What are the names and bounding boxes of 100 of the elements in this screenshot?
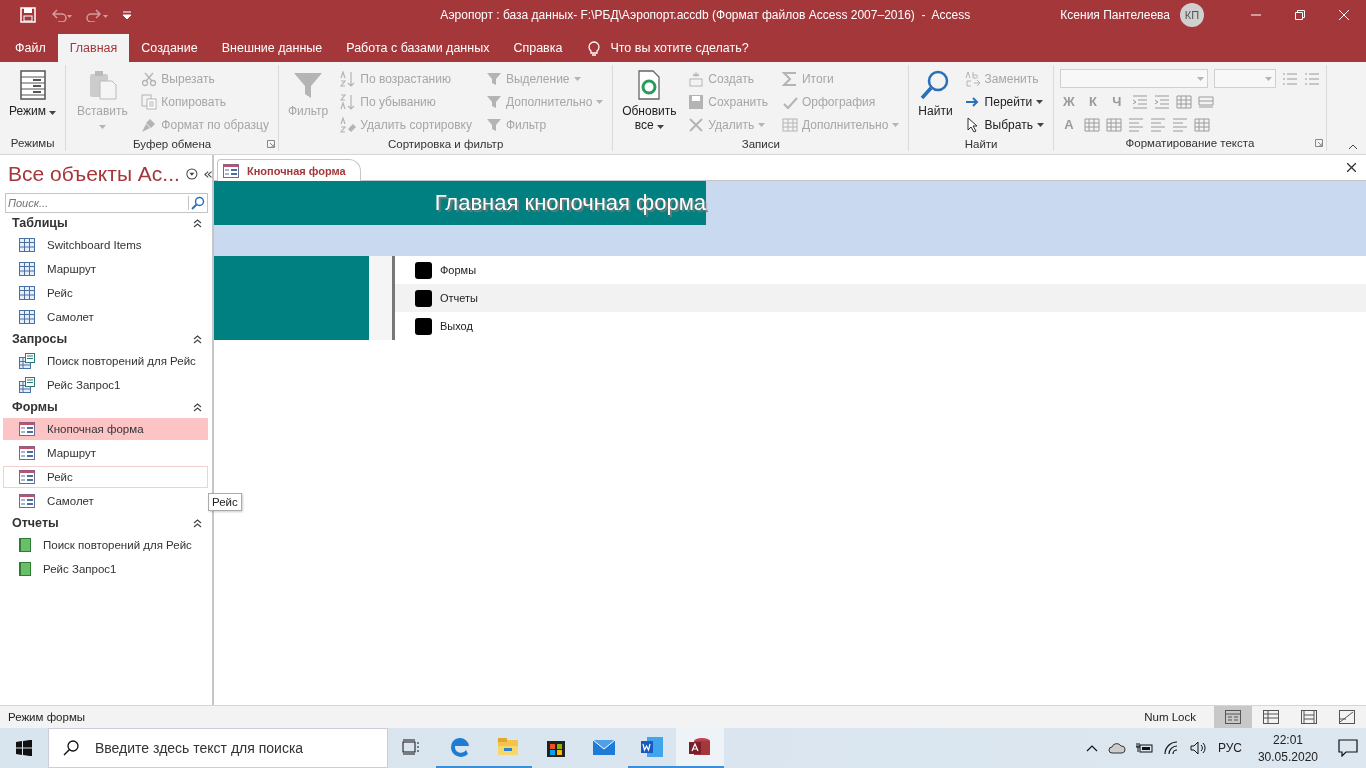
battery-icon[interactable] xyxy=(1135,742,1154,754)
item-label: Поиск повторений для Рейс xyxy=(47,355,196,367)
dialog-launcher-icon[interactable] xyxy=(266,140,275,148)
navigation-item[interactable]: Самолет xyxy=(3,490,208,512)
navigation-pane-title[interactable]: Все объекты Ac... xyxy=(8,162,180,186)
tell-me-field[interactable]: Что вы хотите сделать? xyxy=(610,41,749,55)
navigation-item[interactable]: Кнопочная форма xyxy=(3,418,208,440)
section-header[interactable]: Таблицы xyxy=(12,216,68,230)
square-button-icon[interactable] xyxy=(415,261,432,279)
view-button[interactable]: Режим xyxy=(6,67,60,135)
wifi-icon[interactable] xyxy=(1163,741,1180,755)
command-button[interactable]: Выбрать xyxy=(961,113,1047,136)
form-icon xyxy=(19,446,35,460)
clock-date[interactable]: 30.05.2020 xyxy=(1257,749,1318,764)
list-icon xyxy=(1281,71,1298,86)
search-icon xyxy=(63,740,79,756)
chevron-up-icon[interactable] xyxy=(1085,744,1098,752)
dialog-launcher-icon[interactable] xyxy=(1314,139,1323,147)
section-header[interactable]: Формы xyxy=(12,400,58,414)
caret-icon xyxy=(1036,99,1044,104)
item-label: Самолет xyxy=(47,495,94,507)
caret-icon xyxy=(98,125,106,129)
caret-icon xyxy=(1196,76,1204,81)
undo-icon[interactable] xyxy=(50,8,72,22)
navigation-item[interactable]: Рейс Запрос1 xyxy=(3,558,208,580)
user-name[interactable]: Ксения Пантелеева xyxy=(1060,8,1170,22)
language-indicator[interactable]: РУС xyxy=(1217,741,1242,755)
collapse-ribbon-icon[interactable] xyxy=(1348,144,1358,150)
navigation-item[interactable]: Самолет xyxy=(3,306,208,328)
sort-up-icon xyxy=(340,70,357,87)
gridlines-icon xyxy=(1193,117,1210,132)
navigation-item[interactable]: Поиск повторений для Рейс xyxy=(3,534,208,556)
navigation-item[interactable]: Рейс xyxy=(3,282,208,304)
cloud-icon[interactable] xyxy=(1107,742,1126,754)
navigation-item[interactable]: Рейс Запрос1 xyxy=(3,374,208,396)
search-button[interactable]: Найти xyxy=(915,67,956,136)
item-label: Рейс xyxy=(47,471,73,483)
collapse-pane-icon[interactable] xyxy=(203,169,212,179)
switchboard-item[interactable]: Выход xyxy=(395,312,1366,340)
form-icon xyxy=(223,163,239,178)
speaker-icon[interactable] xyxy=(1189,741,1208,755)
avatar[interactable]: КП xyxy=(1180,3,1204,27)
status-text: Режим формы xyxy=(7,711,87,723)
command-button[interactable]: Перейти xyxy=(961,90,1047,113)
document-tab[interactable]: Кнопочная форма xyxy=(217,159,361,181)
redo-icon[interactable] xyxy=(86,8,108,22)
square-button-icon[interactable] xyxy=(415,317,432,335)
collapse-icon[interactable] xyxy=(193,518,202,528)
item-label: Кнопочная форма xyxy=(47,423,144,435)
group-label: Буфер обмена xyxy=(133,137,212,150)
navigation-item[interactable]: Маршрут xyxy=(3,258,208,280)
task-view-icon[interactable] xyxy=(402,739,422,755)
font-name-field[interactable] xyxy=(1059,69,1208,88)
ribbon-tab[interactable]: Главная xyxy=(57,34,130,62)
switchboard-item[interactable]: Отчеты xyxy=(395,284,1366,312)
datasheet-view-icon xyxy=(1263,710,1279,724)
item-label: Поиск повторений для Рейс xyxy=(43,539,192,551)
notifications-icon[interactable] xyxy=(1338,739,1358,757)
clock-time[interactable]: 22:01 xyxy=(1272,732,1303,747)
view-button[interactable] xyxy=(1214,706,1252,728)
search-box[interactable]: Поиск... xyxy=(5,193,208,213)
restore-icon[interactable] xyxy=(1295,10,1305,20)
report-icon xyxy=(19,562,31,576)
ribbon-tab[interactable]: Работа с базами данных xyxy=(334,34,502,62)
ribbon-tab[interactable]: Файл xyxy=(3,34,58,62)
dropdown-icon[interactable] xyxy=(185,167,198,181)
windows-start-icon[interactable] xyxy=(16,740,32,756)
section-header[interactable]: Запросы xyxy=(12,332,68,346)
save-icon[interactable] xyxy=(20,7,36,23)
close-icon[interactable] xyxy=(1347,163,1356,172)
report-icon xyxy=(19,538,31,552)
font-size-field[interactable] xyxy=(1213,69,1276,88)
taskbar-app-button[interactable] xyxy=(676,728,724,768)
group-label: Записи xyxy=(741,137,780,150)
ribbon-tab[interactable]: Создание xyxy=(129,34,210,62)
form-view-icon xyxy=(1225,710,1241,724)
window-title: Аэропорт : база данных- F:\РБД\Аэропорт.accdb (Формат файлов Access 2007–2016) - Access xyxy=(439,8,972,22)
navigation-item[interactable]: Маршрут xyxy=(3,442,208,464)
collapse-icon[interactable] xyxy=(193,402,202,412)
refresh-button[interactable]: Обновить все xyxy=(619,67,680,136)
collapse-icon[interactable] xyxy=(193,334,202,344)
replace-icon xyxy=(964,70,981,87)
navigation-item[interactable]: Поиск повторений для Рейс xyxy=(3,350,208,372)
collapse-icon[interactable] xyxy=(193,218,202,228)
square-button-icon[interactable] xyxy=(415,289,432,307)
taskbar-search-box[interactable]: Введите здесь текст для поиска xyxy=(48,728,388,768)
ribbon-tab[interactable]: Справка xyxy=(501,34,575,62)
navigation-item[interactable]: Switchboard Items xyxy=(3,234,208,256)
form-title: Главная кнопочная форма xyxy=(434,190,706,216)
ribbon-tab[interactable]: Внешние данные xyxy=(209,34,335,62)
item-label: Маршрут xyxy=(47,263,96,275)
cross-icon xyxy=(688,116,705,133)
scissors-icon xyxy=(141,70,158,87)
navigation-item[interactable]: Рейс xyxy=(3,466,208,488)
section-header[interactable]: Отчеты xyxy=(12,516,59,530)
switchboard-item[interactable]: Формы xyxy=(395,256,1366,284)
item-label: Маршрут xyxy=(47,447,96,459)
customize-icon[interactable] xyxy=(122,10,132,20)
search-icon[interactable] xyxy=(188,196,207,210)
caret-icon xyxy=(892,122,900,127)
